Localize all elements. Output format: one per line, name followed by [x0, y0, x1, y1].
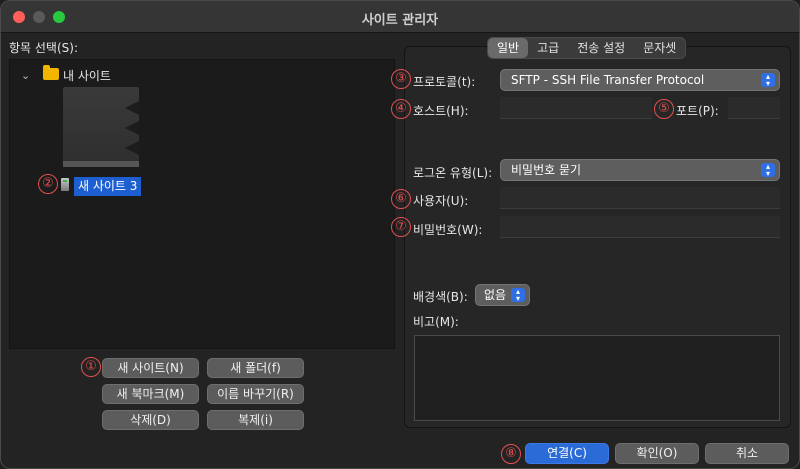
select-arrows-icon: ▴ ▾ — [761, 73, 775, 88]
user-label: 사용자(U): — [413, 194, 469, 208]
logon-type-select[interactable]: 비밀번호 묻기 ▴ ▾ — [500, 159, 780, 181]
memo-label: 비고(M): — [413, 315, 459, 329]
site-thumbnail-image — [63, 87, 139, 167]
folder-icon — [43, 65, 59, 80]
select-arrows-icon: ▴ ▾ — [761, 163, 775, 178]
settings-tabs: 일반 고급 전송 설정 문자셋 — [487, 37, 687, 59]
annotation-marker-2: ② — [38, 174, 58, 194]
tab-general[interactable]: 일반 — [488, 38, 529, 58]
annotation-marker-8: ⑧ — [501, 444, 521, 464]
delete-button[interactable]: 삭제(D) — [102, 410, 199, 430]
annotation-marker-3: ③ — [391, 69, 411, 89]
ok-button[interactable]: 확인(O) — [615, 443, 699, 464]
protocol-select-value: SFTP - SSH File Transfer Protocol — [511, 73, 705, 87]
background-color-label: 배경색(B): — [413, 290, 468, 304]
annotation-marker-1: ① — [81, 357, 101, 377]
password-label: 비밀번호(W): — [413, 223, 483, 237]
chevron-down-icon[interactable]: ⌄ — [21, 69, 30, 82]
background-color-select-value: 없음 — [484, 288, 507, 302]
new-folder-button[interactable]: 새 폴더(f) — [207, 358, 304, 378]
memo-textarea[interactable] — [414, 335, 780, 421]
new-bookmark-button[interactable]: 새 북마크(M) — [102, 384, 199, 404]
site-manager-window: 사이트 관리자 항목 선택(S): ⌄ 내 사이트 ② 새 사이트 3 ① 새 … — [0, 0, 800, 469]
logon-type-select-value: 비밀번호 묻기 — [511, 163, 582, 177]
protocol-select[interactable]: SFTP - SSH File Transfer Protocol ▴ ▾ — [500, 69, 780, 91]
host-field[interactable] — [500, 97, 652, 119]
tree-item-selected-site[interactable]: 새 사이트 3 — [74, 177, 142, 196]
annotation-marker-5: ⑤ — [654, 99, 674, 119]
window-title: 사이트 관리자 — [361, 13, 439, 28]
server-icon — [61, 178, 69, 191]
tab-advanced[interactable]: 고급 — [528, 38, 568, 58]
tab-transfer-settings[interactable]: 전송 설정 — [568, 38, 634, 58]
port-field[interactable] — [728, 97, 780, 119]
background-color-select[interactable]: 없음 ▴ ▾ — [475, 284, 530, 306]
cancel-button[interactable]: 취소 — [705, 443, 789, 464]
rename-button[interactable]: 이름 바꾸기(R) — [207, 384, 304, 404]
tab-charset[interactable]: 문자셋 — [634, 38, 685, 58]
tree-label: 항목 선택(S): — [9, 41, 78, 55]
new-site-button[interactable]: 새 사이트(N) — [102, 358, 199, 378]
connect-button[interactable]: 연결(C) — [525, 443, 609, 464]
tree-root-folder[interactable]: 내 사이트 — [63, 67, 111, 84]
annotation-marker-7: ⑦ — [391, 217, 411, 237]
duplicate-button[interactable]: 복제(i) — [207, 410, 304, 430]
annotation-marker-6: ⑥ — [391, 189, 411, 209]
annotation-marker-4: ④ — [391, 99, 411, 119]
port-label: 포트(P): — [676, 104, 719, 118]
title-bar: 사이트 관리자 — [1, 1, 799, 33]
select-arrows-icon: ▴ ▾ — [511, 288, 525, 303]
host-label: 호스트(H): — [413, 104, 469, 118]
protocol-label: 프로토콜(t): — [413, 75, 476, 89]
logon-type-label: 로그온 유형(L): — [413, 166, 493, 180]
password-field[interactable] — [500, 216, 780, 238]
user-field[interactable] — [500, 187, 780, 209]
